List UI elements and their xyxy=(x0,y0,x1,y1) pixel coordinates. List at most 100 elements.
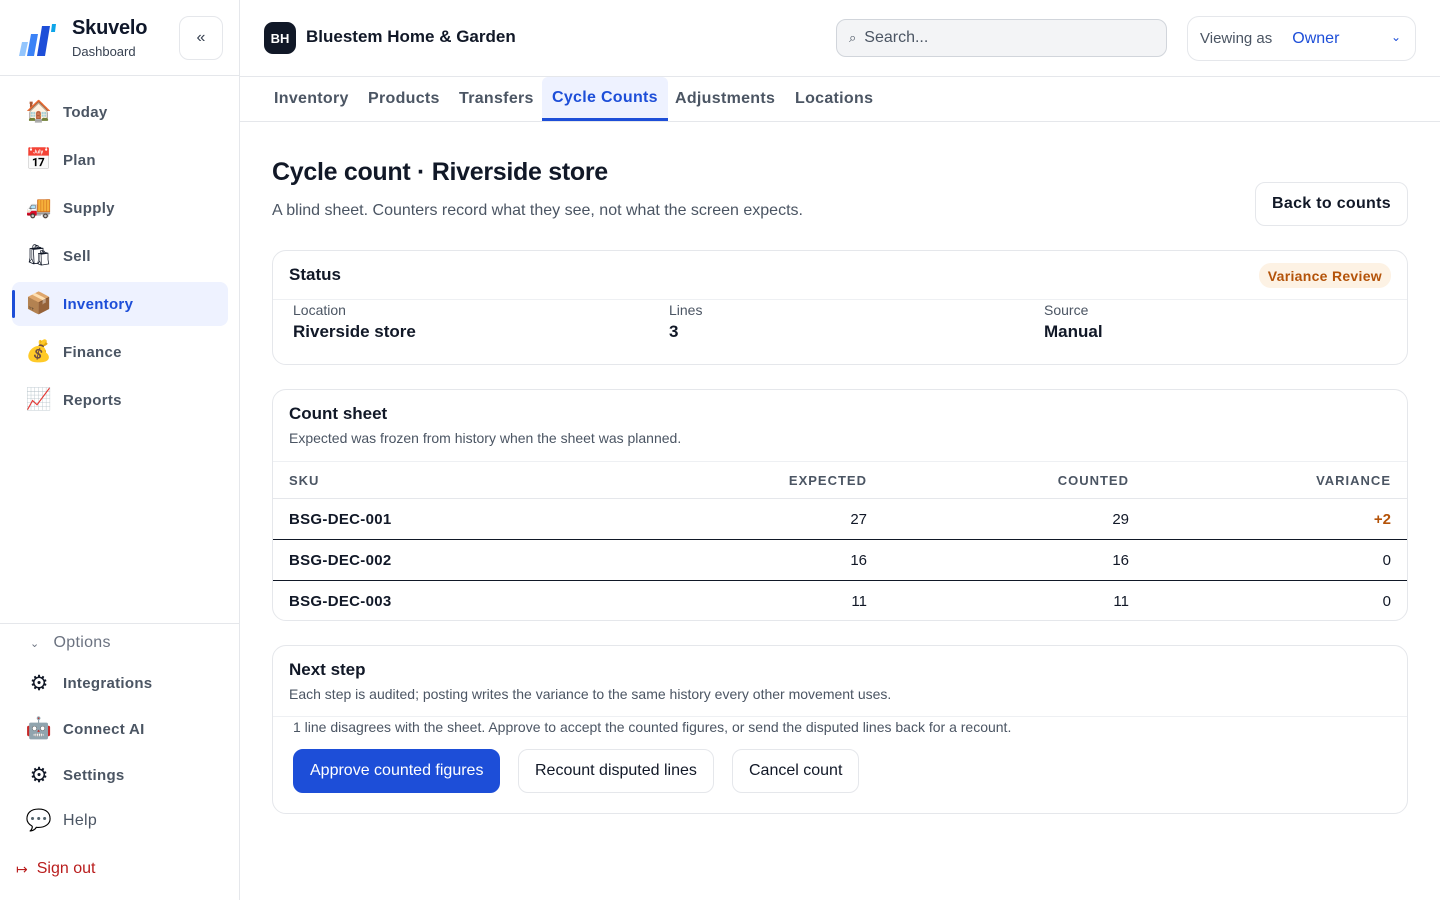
stat-label: Lines xyxy=(669,302,703,318)
org-name: Bluestem Home & Garden xyxy=(306,27,516,46)
sidebar-item-label: Connect AI xyxy=(63,720,145,738)
tab-adjustments[interactable]: Adjustments xyxy=(675,77,775,121)
column-header-expected: EXPECTED xyxy=(788,472,867,488)
counted-cell: 29 xyxy=(1112,510,1129,528)
column-header-sku: SKU xyxy=(289,472,320,488)
variance-cell: 0 xyxy=(1382,551,1391,569)
stat-value: Manual xyxy=(1044,322,1103,341)
brand: Skuvelo Dashboard « xyxy=(0,0,239,76)
count-sheet-subtitle: Expected was frozen from history when th… xyxy=(289,430,682,446)
sidebar-item-supply[interactable]: 🚚 Supply xyxy=(12,186,228,230)
top-bar: BH Bluestem Home & Garden ⌕ Viewing as O… xyxy=(240,0,1440,77)
collapse-sidebar-button[interactable]: « xyxy=(179,16,223,60)
primary-nav: 🏠 Today 📅 Plan 🚚 Supply 🛍 Sell 📦 Invento… xyxy=(12,90,228,426)
sidebar-item-reports[interactable]: 📈 Reports xyxy=(12,378,228,422)
status-badge: Variance Review xyxy=(1258,263,1391,288)
sidebar-item-label: Settings xyxy=(63,766,125,784)
approve-counted-figures-button[interactable]: Approve counted figures xyxy=(293,749,501,793)
sidebar-item-connect-ai[interactable]: 🤖 Connect AI xyxy=(12,708,228,750)
table-header-row: SKU EXPECTED COUNTED VARIANCE xyxy=(273,461,1407,499)
next-step-message: 1 line disagrees with the sheet. Approve… xyxy=(293,719,1012,735)
tab-products[interactable]: Products xyxy=(368,77,440,121)
search-box[interactable]: ⌕ xyxy=(836,19,1167,57)
sidebar-item-inventory[interactable]: 📦 Inventory xyxy=(12,282,228,326)
next-step-subtitle: Each step is audited; posting writes the… xyxy=(289,686,892,702)
sidebar-item-label: Help xyxy=(63,812,98,829)
sidebar-item-today[interactable]: 🏠 Today xyxy=(12,90,228,134)
sku-cell: BSG-DEC-001 xyxy=(289,510,392,528)
options-toggle[interactable]: ⌄ Options xyxy=(30,634,111,652)
options-label: Options xyxy=(53,634,111,651)
sidebar-item-label: Sell xyxy=(63,247,91,265)
sku-cell: BSG-DEC-002 xyxy=(289,551,392,569)
sidebar-divider xyxy=(0,623,239,624)
status-divider xyxy=(273,299,1407,300)
speech-bubble-icon: 💬 xyxy=(25,809,53,832)
next-step-title: Next step xyxy=(289,660,366,679)
cancel-count-button[interactable]: Cancel count xyxy=(732,749,860,793)
sign-out-label: Sign out xyxy=(36,860,96,877)
sidebar-item-finance[interactable]: 💰 Finance xyxy=(12,330,228,374)
shopping-bag-icon: 🛍 xyxy=(25,244,53,267)
sidebar-item-plan[interactable]: 📅 Plan xyxy=(12,138,228,182)
robot-icon: 🤖 xyxy=(25,717,53,740)
gears-icon: ⚙ xyxy=(29,671,49,695)
sidebar-item-label: Today xyxy=(63,103,108,121)
truck-icon: 🚚 xyxy=(25,196,53,219)
search-input[interactable] xyxy=(864,29,1145,47)
count-sheet-table: SKU EXPECTED COUNTED VARIANCE BSG-DEC-00… xyxy=(273,461,1407,621)
tab-locations[interactable]: Locations xyxy=(795,77,873,121)
recount-disputed-lines-button[interactable]: Recount disputed lines xyxy=(518,749,714,793)
sign-out-icon: ↦ xyxy=(16,860,28,877)
count-sheet-card: Count sheet Expected was frozen from his… xyxy=(272,389,1408,621)
sidebar-item-label: Finance xyxy=(63,343,122,361)
sidebar-item-integrations[interactable]: ⚙ Integrations xyxy=(12,662,228,704)
column-header-counted: COUNTED xyxy=(1057,472,1129,488)
page-title: Cycle count · Riverside store xyxy=(272,158,608,186)
tab-transfers[interactable]: Transfers xyxy=(459,77,534,121)
back-to-counts-button[interactable]: Back to counts xyxy=(1255,182,1408,226)
sidebar-item-label: Plan xyxy=(63,151,96,169)
variance-cell: 0 xyxy=(1382,592,1391,610)
next-step-card: Next step Each step is audited; posting … xyxy=(272,645,1408,814)
column-header-variance: VARIANCE xyxy=(1316,472,1391,488)
package-icon: 📦 xyxy=(25,292,53,315)
chevron-down-icon: ⌄ xyxy=(1390,30,1401,44)
brand-name: Skuvelo xyxy=(72,17,148,39)
search-icon: ⌕ xyxy=(849,30,857,45)
org-avatar[interactable]: BH xyxy=(264,22,296,54)
sidebar-item-label: Supply xyxy=(63,199,115,217)
expected-cell: 27 xyxy=(850,510,867,528)
table-row: BSG-DEC-001 27 29 +2 xyxy=(273,499,1407,540)
sidebar-item-sell[interactable]: 🛍 Sell xyxy=(12,234,228,278)
tab-inventory[interactable]: Inventory xyxy=(274,77,349,121)
brand-subtitle: Dashboard xyxy=(72,44,136,59)
coin-icon: 💰 xyxy=(25,340,53,363)
sidebar-item-label: Integrations xyxy=(63,674,153,692)
tab-cycle-counts[interactable]: Cycle Counts xyxy=(542,77,668,121)
expected-cell: 16 xyxy=(850,551,867,569)
stat-value: 3 xyxy=(669,322,679,341)
status-title: Status xyxy=(289,265,341,284)
status-card: Status Variance Review Location Riversid… xyxy=(272,250,1408,365)
skuvelo-logo-icon xyxy=(19,24,56,56)
sidebar-item-settings[interactable]: ⚙ Settings xyxy=(12,754,228,796)
chart-up-icon: 📈 xyxy=(25,388,53,411)
section-tabs: Inventory Products Transfers Cycle Count… xyxy=(240,77,1440,122)
stat-label: Location xyxy=(293,302,346,318)
sidebar-item-help[interactable]: 💬 Help xyxy=(12,800,228,842)
stat-label: Source xyxy=(1044,302,1089,318)
secondary-nav: ⚙ Integrations 🤖 Connect AI ⚙ Settings 💬… xyxy=(12,662,228,846)
variance-cell: +2 xyxy=(1373,510,1391,528)
count-sheet-title: Count sheet xyxy=(289,404,388,423)
gear-icon: ⚙ xyxy=(29,763,49,787)
viewing-as-label: Viewing as xyxy=(1200,30,1273,47)
double-chevron-left-icon: « xyxy=(196,29,206,46)
sign-out-link[interactable]: ↦ Sign out xyxy=(16,860,95,878)
viewing-as-select[interactable]: Viewing as Owner ⌄ xyxy=(1187,16,1416,61)
table-row: BSG-DEC-002 16 16 0 xyxy=(273,539,1407,581)
table-row: BSG-DEC-003 11 11 0 xyxy=(273,580,1407,621)
sidebar: Skuvelo Dashboard « 🏠 Today 📅 Plan 🚚 Sup… xyxy=(0,0,240,900)
counted-cell: 11 xyxy=(1113,592,1129,610)
stat-value: Riverside store xyxy=(293,322,416,341)
